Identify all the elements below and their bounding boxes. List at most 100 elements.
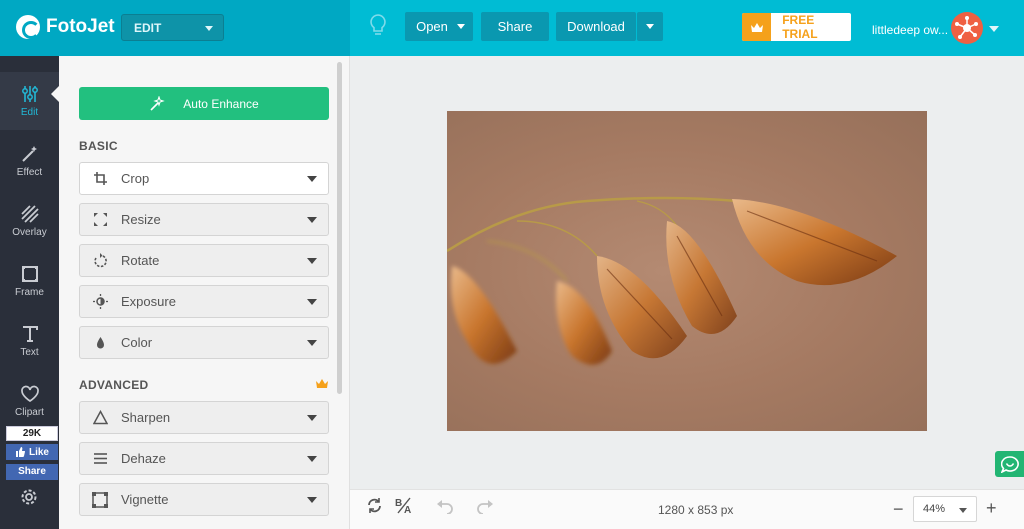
rotate-icon [92, 253, 108, 269]
tool-label: Exposure [121, 294, 176, 309]
free-trial-button[interactable]: FREE TRIAL [742, 13, 851, 41]
tool-label: Dehaze [121, 451, 166, 466]
chevron-down-icon [307, 299, 317, 305]
rail-item-overlay[interactable]: Overlay [0, 192, 59, 250]
mode-select[interactable]: EDIT [121, 14, 224, 41]
fb-like-count: 29K [6, 426, 58, 441]
vignette-icon [92, 491, 108, 508]
tool-dehaze[interactable]: Dehaze [79, 442, 329, 475]
chat-button[interactable] [995, 451, 1024, 477]
tool-sharpen[interactable]: Sharpen [79, 401, 329, 434]
chevron-down-icon [307, 176, 317, 182]
chevron-down-icon [307, 258, 317, 264]
zoom-in-button[interactable]: + [986, 499, 997, 517]
panel-scrollbar[interactable] [337, 62, 342, 394]
chat-icon [1000, 455, 1019, 473]
fb-share-button[interactable]: Share [6, 464, 58, 480]
tool-rotate[interactable]: Rotate [79, 244, 329, 277]
svg-text:A: A [404, 505, 411, 514]
chevron-down-icon [307, 217, 317, 223]
advanced-section-title: ADVANCED [79, 378, 149, 392]
color-drop-icon [92, 335, 108, 351]
exposure-icon [92, 294, 108, 310]
thumbs-up-icon [15, 447, 25, 457]
tool-label: Rotate [121, 253, 160, 268]
chevron-down-icon [457, 24, 465, 29]
user-name[interactable]: littledeep ow... [872, 23, 948, 37]
overlay-stripes-icon [20, 204, 39, 223]
fotojet-logo[interactable]: FotoJet [16, 15, 115, 39]
open-button[interactable]: Open [405, 12, 473, 41]
svg-text:B: B [395, 498, 402, 509]
magic-wand-icon [21, 145, 37, 162]
dehaze-lines-icon [92, 451, 108, 467]
crown-icon [316, 379, 328, 388]
tool-label: Sharpen [121, 410, 171, 425]
canvas-photo[interactable] [447, 111, 927, 431]
network-icon [955, 16, 978, 39]
resize-icon [92, 212, 108, 228]
crop-icon [92, 171, 108, 187]
tool-vignette[interactable]: Vignette [79, 483, 329, 516]
tool-exposure[interactable]: Exposure [79, 285, 329, 318]
reset-icon[interactable] [366, 497, 383, 514]
chevron-down-icon [307, 415, 317, 421]
tool-label: Color [121, 335, 153, 350]
tool-label: Crop [121, 171, 150, 186]
app-name: FotoJet [46, 16, 115, 37]
auto-enhance-button[interactable]: Auto Enhance [79, 87, 329, 120]
rail-label-overlay: Overlay [12, 226, 47, 238]
grass-spikelets-image [447, 196, 897, 365]
open-label: Open [416, 19, 448, 34]
chevron-down-icon [205, 26, 213, 31]
rail-label-text: Text [20, 346, 39, 358]
rail-label-clipart: Clipart [15, 406, 44, 418]
sliders-icon [21, 85, 38, 102]
download-label: Download [567, 19, 625, 34]
rail-item-text[interactable]: Text [0, 312, 59, 370]
tool-color[interactable]: Color [79, 326, 329, 359]
chevron-down-icon [307, 340, 317, 346]
avatar[interactable] [951, 12, 983, 44]
frame-icon [21, 265, 38, 282]
image-dimensions: 1280 x 853 px [658, 503, 734, 517]
zoom-value: 44% [923, 503, 946, 515]
crown-icon [742, 13, 772, 41]
chevron-down-icon [959, 508, 967, 513]
tool-resize[interactable]: Resize [79, 203, 329, 236]
tool-crop[interactable]: Crop [79, 162, 329, 195]
before-after-icon[interactable]: B A [395, 497, 413, 514]
chevron-down-icon [307, 497, 317, 503]
rail-item-effect[interactable]: Effect [0, 132, 59, 190]
undo-icon[interactable] [436, 500, 454, 514]
zoom-out-button[interactable]: − [893, 500, 904, 518]
active-indicator [51, 86, 59, 102]
logo-mark-icon [16, 15, 40, 39]
auto-enhance-label: Auto Enhance [183, 96, 259, 111]
sharpen-triangle-icon [92, 410, 108, 426]
tool-label: Resize [121, 212, 161, 227]
redo-icon[interactable] [476, 500, 494, 514]
fb-like-label: Like [28, 446, 49, 458]
basic-section-title: BASIC [79, 139, 118, 153]
download-options-button[interactable] [637, 12, 663, 41]
rail-label-edit: Edit [20, 106, 39, 118]
download-button[interactable]: Download [556, 12, 636, 41]
rail-item-clipart[interactable]: Clipart [0, 372, 59, 430]
fb-like-button[interactable]: Like [6, 444, 58, 460]
share-label: Share [497, 19, 533, 34]
heart-icon [20, 385, 39, 402]
free-trial-label: FREE TRIAL [782, 13, 818, 41]
tool-label: Vignette [121, 492, 169, 507]
rail-label-frame: Frame [15, 286, 44, 298]
text-icon [22, 325, 38, 342]
chevron-down-icon[interactable] [989, 26, 999, 32]
gear-icon[interactable] [19, 487, 39, 507]
chevron-down-icon [646, 24, 654, 29]
rail-item-frame[interactable]: Frame [0, 252, 59, 310]
lightbulb-icon[interactable] [368, 13, 388, 39]
chevron-down-icon [307, 456, 317, 462]
share-button[interactable]: Share [481, 12, 549, 41]
rail-label-effect: Effect [16, 166, 43, 178]
zoom-select[interactable]: 44% [913, 496, 977, 522]
